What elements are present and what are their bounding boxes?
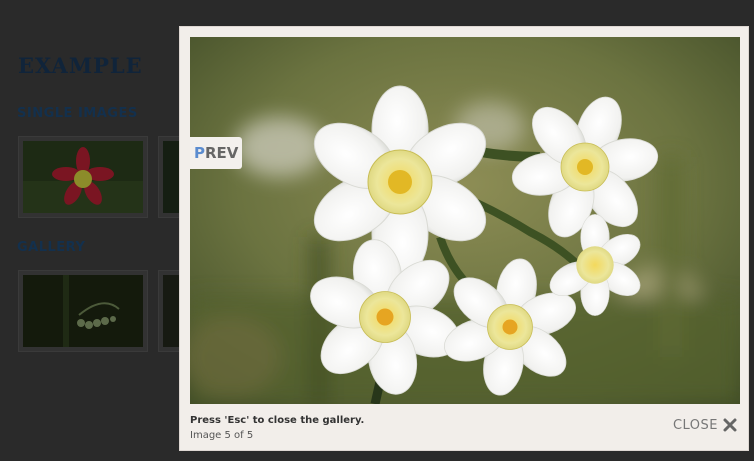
prev-label-first: P xyxy=(194,144,205,162)
close-label: CLOSE xyxy=(672,417,718,433)
close-button[interactable]: CLOSE xyxy=(673,415,738,435)
lightbox-image[interactable] xyxy=(190,37,740,404)
lightbox: PREV Press 'Esc' to close the gallery. I… xyxy=(179,26,749,451)
close-icon xyxy=(723,418,737,432)
lightbox-caption: Press 'Esc' to close the gallery. xyxy=(190,415,365,426)
daffodil-photo xyxy=(190,37,740,404)
prev-button[interactable]: PREV xyxy=(190,137,242,169)
image-counter: Image 5 of 5 xyxy=(190,430,254,441)
prev-label-rest: REV xyxy=(205,144,239,162)
